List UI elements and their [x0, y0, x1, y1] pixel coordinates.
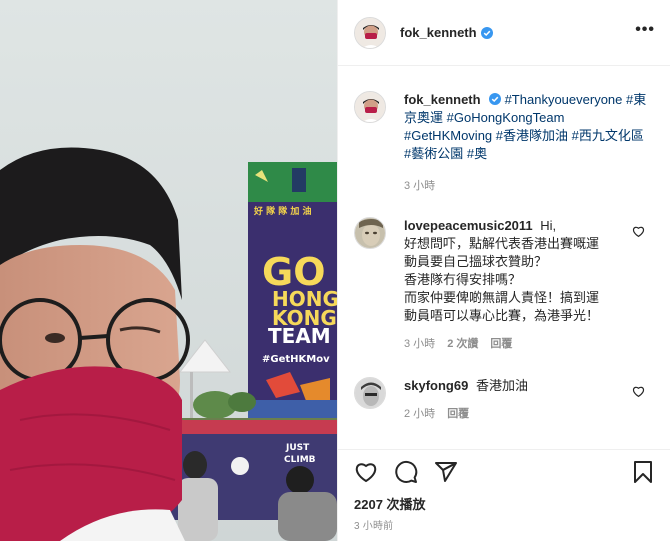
author-username[interactable]: fok_kenneth [400, 25, 477, 40]
comment: lovepeacemusic2011 Hi, 好想問吓，點解代表香港出賽嘅運 動… [354, 217, 655, 353]
verified-icon [480, 26, 493, 39]
post-video[interactable]: 好 隊 隊 加 油 GO HONG KONG TEAM #GetHKMov JU… [0, 0, 337, 541]
comment-meta: 2 小時 回覆 [404, 405, 634, 423]
comment-meta: 3 小時 2 次讚 回覆 [404, 335, 634, 353]
comment-text-line: 而家仲要俾啲無謂人責怪！搞到運 [404, 290, 600, 305]
comment-text-line: 動員唔可以專心比賽，為港爭光！ [404, 308, 600, 323]
comment-username[interactable]: skyfong69 [404, 378, 468, 393]
hashtag[interactable]: #香港隊加油 [496, 128, 568, 143]
caption-time[interactable]: 3 小時 [404, 177, 435, 195]
comment-text: 香港加油 [475, 378, 528, 393]
action-bar: 2207 次播放 3 小時前 [338, 449, 670, 541]
heart-icon[interactable] [354, 460, 378, 484]
more-icon[interactable]: ••• [635, 22, 655, 38]
booth-text-2: CLIMB [284, 455, 316, 465]
share-icon[interactable] [434, 460, 458, 484]
caption-body: fok_kenneth #Thankyoueveryone #東京奧運 #GoHo… [404, 91, 649, 195]
hashtag[interactable]: #Thankyoueveryone [505, 92, 623, 107]
post-timestamp[interactable]: 3 小時前 [354, 517, 393, 532]
avatar-image [355, 378, 385, 408]
comment-time[interactable]: 2 小時 [404, 405, 435, 423]
post-header: fok_kenneth ••• [338, 0, 670, 66]
comment-text-line: Hi, [540, 218, 557, 233]
video-frame: 好 隊 隊 加 油 GO HONG KONG TEAM #GetHKMov JU… [0, 0, 337, 541]
view-count: 2207 次播放 [354, 497, 426, 512]
action-icons [354, 460, 655, 486]
hashtag[interactable]: #GetHKMoving [404, 128, 492, 143]
comments-list[interactable]: fok_kenneth #Thankyoueveryone #東京奧運 #GoHo… [338, 67, 670, 449]
comment-text-line: 好想問吓，點解代表香港出賽嘅運 [404, 236, 600, 251]
comment-username[interactable]: lovepeacemusic2011 [404, 218, 533, 233]
comment-icon[interactable] [394, 460, 418, 484]
bookmark-icon[interactable] [631, 460, 655, 484]
post-panel: fok_kenneth ••• fok_kenneth #Thankyoueve… [337, 0, 670, 541]
comment-text-line: 香港隊冇得安排嗎？ [404, 272, 522, 287]
banner-hashtag: #GetHKMov [262, 354, 330, 365]
heart-icon[interactable] [632, 385, 645, 398]
avatar-image [355, 92, 385, 122]
avatar-image [355, 218, 385, 248]
hashtag[interactable]: #GoHongKongTeam [447, 110, 565, 125]
hashtag[interactable]: #奧 [467, 146, 487, 161]
comment-body: lovepeacemusic2011 Hi, 好想問吓，點解代表香港出賽嘅運 動… [404, 217, 634, 353]
comment-text-line: 動員要自己搵球衣贊助？ [404, 254, 548, 269]
comment-body: skyfong69 香港加油 2 小時 回覆 [404, 377, 634, 423]
commenter-avatar[interactable] [354, 377, 386, 409]
comment-likes[interactable]: 2 次讚 [447, 335, 478, 353]
comment-time[interactable]: 3 小時 [404, 335, 435, 353]
author-avatar[interactable] [354, 16, 386, 49]
commenter-avatar[interactable] [354, 217, 386, 249]
reply-button[interactable]: 回覆 [447, 405, 469, 423]
banner-title-4: TEAM [268, 324, 331, 348]
comment: skyfong69 香港加油 2 小時 回覆 [354, 377, 655, 423]
avatar-image [355, 17, 385, 48]
caption-username[interactable]: fok_kenneth [404, 92, 481, 107]
booth-text-1: JUST [285, 443, 310, 453]
hashtag[interactable]: #西九文化區 [572, 128, 644, 143]
banner-top-text: 好 隊 隊 加 油 [253, 205, 312, 217]
post-viewer: 好 隊 隊 加 油 GO HONG KONG TEAM #GetHKMov JU… [0, 0, 670, 541]
verified-icon [488, 93, 501, 105]
heart-icon[interactable] [632, 225, 645, 238]
reply-button[interactable]: 回覆 [490, 335, 512, 353]
hashtag[interactable]: #藝術公園 [404, 146, 463, 161]
caption-meta: 3 小時 [404, 177, 649, 195]
caption-avatar[interactable] [354, 91, 386, 123]
caption: fok_kenneth #Thankyoueveryone #東京奧運 #GoHo… [354, 91, 655, 195]
